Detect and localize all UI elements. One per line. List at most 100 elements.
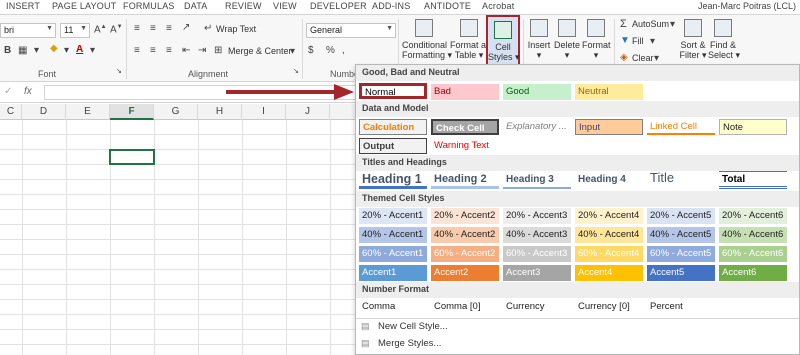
style-40-accent2[interactable]: 40% - Accent2 (431, 227, 499, 243)
user-account-name[interactable]: Jean-Marc Poitras (LCL) (698, 1, 796, 11)
style-60-accent1[interactable]: 60% - Accent1 (359, 246, 427, 262)
column-header-e[interactable]: E (66, 104, 110, 120)
style-40-accent6[interactable]: 40% - Accent6 (719, 227, 787, 243)
tab-antidote[interactable]: ANTIDOTE (424, 1, 471, 11)
style-heading-3[interactable]: Heading 3 (503, 171, 571, 189)
tab-developer[interactable]: DEVELOPER (310, 1, 367, 11)
chevron-down-icon[interactable]: ▾ (290, 46, 295, 57)
style-linked-cell[interactable]: Linked Cell (647, 119, 715, 135)
chevron-down-icon[interactable]: ▾ (670, 19, 675, 30)
column-header-i[interactable]: I (242, 104, 286, 120)
bold-icon[interactable]: B (4, 45, 11, 56)
style-accent2[interactable]: Accent2 (431, 265, 499, 281)
style-heading-2[interactable]: Heading 2 (431, 171, 499, 189)
merge-styles-menu-item[interactable]: Merge Styles... (378, 338, 441, 349)
chevron-down-icon[interactable]: ▾ (64, 45, 69, 56)
chevron-down-icon[interactable]: ▾ (90, 45, 95, 56)
orientation-icon[interactable]: ↗ (182, 22, 190, 33)
tab-add-ins[interactable]: ADD-INS (372, 1, 410, 11)
style-accent6[interactable]: Accent6 (719, 265, 787, 281)
style-40-accent4[interactable]: 40% - Accent4 (575, 227, 643, 243)
style-40-accent5[interactable]: 40% - Accent5 (647, 227, 715, 243)
merge-center-button[interactable]: Merge & Center (228, 46, 292, 56)
comma-icon[interactable]: , (342, 45, 345, 56)
style-currency-0[interactable]: Currency [0] (575, 299, 643, 315)
style-60-accent3[interactable]: 60% - Accent3 (503, 246, 571, 262)
column-header-d[interactable]: D (22, 104, 66, 120)
style-neutral[interactable]: Neutral (575, 84, 643, 100)
style-20-accent5[interactable]: 20% - Accent5 (647, 208, 715, 224)
tab-acrobat[interactable]: Acrobat (482, 1, 514, 11)
style-currency[interactable]: Currency (503, 299, 571, 315)
style-40-accent1[interactable]: 40% - Accent1 (359, 227, 427, 243)
style-comma[interactable]: Comma (359, 299, 427, 315)
worksheet-grid[interactable]: C D E F G H I J (0, 104, 356, 355)
tab-data[interactable]: DATA (184, 1, 207, 11)
selected-cell[interactable] (109, 149, 155, 165)
style-good[interactable]: Good (503, 84, 571, 100)
outdent-icon[interactable]: ⇥ (198, 45, 206, 56)
new-cell-style-menu-item[interactable]: New Cell Style... (378, 321, 448, 332)
grow-font-icon[interactable]: A▲ (94, 24, 107, 35)
column-header-j[interactable]: J (286, 104, 330, 120)
style-60-accent4[interactable]: 60% - Accent4 (575, 246, 643, 262)
format-cells-button[interactable]: Format ▾ (582, 19, 611, 69)
style-60-accent6[interactable]: 60% - Accent6 (719, 246, 787, 262)
style-60-accent2[interactable]: 60% - Accent2 (431, 246, 499, 262)
align-right-icon[interactable]: ≡ (166, 45, 172, 56)
style-20-accent2[interactable]: 20% - Accent2 (431, 208, 499, 224)
number-format-combo[interactable]: General ▼ (306, 23, 396, 38)
indent-icon[interactable]: ⇤ (182, 45, 190, 56)
dialog-launcher-icon[interactable]: ↘ (116, 67, 122, 75)
wrap-text-button[interactable]: Wrap Text (216, 24, 256, 34)
confirm-icon[interactable]: ✓ (4, 86, 12, 97)
tab-review[interactable]: REVIEW (225, 1, 262, 11)
font-size-combo[interactable]: 11 ▼ (60, 23, 90, 38)
chevron-down-icon[interactable]: ▾ (654, 53, 659, 64)
insert-function-button[interactable]: fx (24, 86, 32, 97)
currency-icon[interactable]: $ (308, 45, 314, 56)
font-color-icon[interactable]: A (76, 44, 83, 55)
style-output[interactable]: Output (359, 138, 427, 154)
fill-button[interactable]: Fill (632, 36, 644, 46)
style-check-cell[interactable]: Check Cell (431, 119, 499, 135)
style-normal[interactable]: Normal (359, 83, 427, 99)
delete-cells-button[interactable]: Delete ▾ (554, 19, 580, 69)
insert-cells-button[interactable]: Insert ▾ (526, 19, 552, 69)
sort-filter-button[interactable]: Sort & Filter ▾ (678, 19, 708, 69)
style-heading-1[interactable]: Heading 1 (359, 171, 427, 189)
style-total[interactable]: Total (719, 171, 787, 189)
style-accent4[interactable]: Accent4 (575, 265, 643, 281)
cell-styles-button[interactable]: Cell Styles ▾ (486, 15, 520, 71)
style-title[interactable]: Title (647, 169, 715, 189)
style-60-accent5[interactable]: 60% - Accent5 (647, 246, 715, 262)
tab-page-layout[interactable]: PAGE LAYOUT (52, 1, 116, 11)
shrink-font-icon[interactable]: A▼ (110, 24, 123, 35)
style-input[interactable]: Input (575, 119, 643, 135)
style-heading-4[interactable]: Heading 4 (575, 171, 643, 189)
align-bottom-icon[interactable]: ≡ (166, 23, 172, 34)
chevron-down-icon[interactable]: ▾ (650, 36, 655, 47)
borders-icon[interactable]: ▦ (18, 45, 27, 56)
style-note[interactable]: Note (719, 119, 787, 135)
column-header-f[interactable]: F (110, 104, 154, 120)
style-accent1[interactable]: Accent1 (359, 265, 427, 281)
column-header-k[interactable] (330, 104, 356, 120)
chevron-down-icon[interactable]: ▾ (34, 45, 39, 56)
tab-insert[interactable]: INSERT (6, 1, 40, 11)
style-20-accent6[interactable]: 20% - Accent6 (719, 208, 787, 224)
column-header-h[interactable]: H (198, 104, 242, 120)
find-select-button[interactable]: Find & Select ▾ (708, 19, 740, 69)
autosum-button[interactable]: AutoSum (632, 19, 669, 29)
clear-button[interactable]: Clear (632, 53, 654, 63)
percent-icon[interactable]: % (326, 45, 335, 56)
align-left-icon[interactable]: ≡ (134, 45, 140, 56)
style-20-accent3[interactable]: 20% - Accent3 (503, 208, 571, 224)
style-comma-0[interactable]: Comma [0] (431, 299, 499, 315)
align-top-icon[interactable]: ≡ (134, 23, 140, 34)
tab-formulas[interactable]: FORMULAS (123, 1, 175, 11)
style-40-accent3[interactable]: 40% - Accent3 (503, 227, 571, 243)
style-20-accent1[interactable]: 20% - Accent1 (359, 208, 427, 224)
fill-color-icon[interactable]: ◆ (50, 43, 58, 54)
align-middle-icon[interactable]: ≡ (150, 23, 156, 34)
